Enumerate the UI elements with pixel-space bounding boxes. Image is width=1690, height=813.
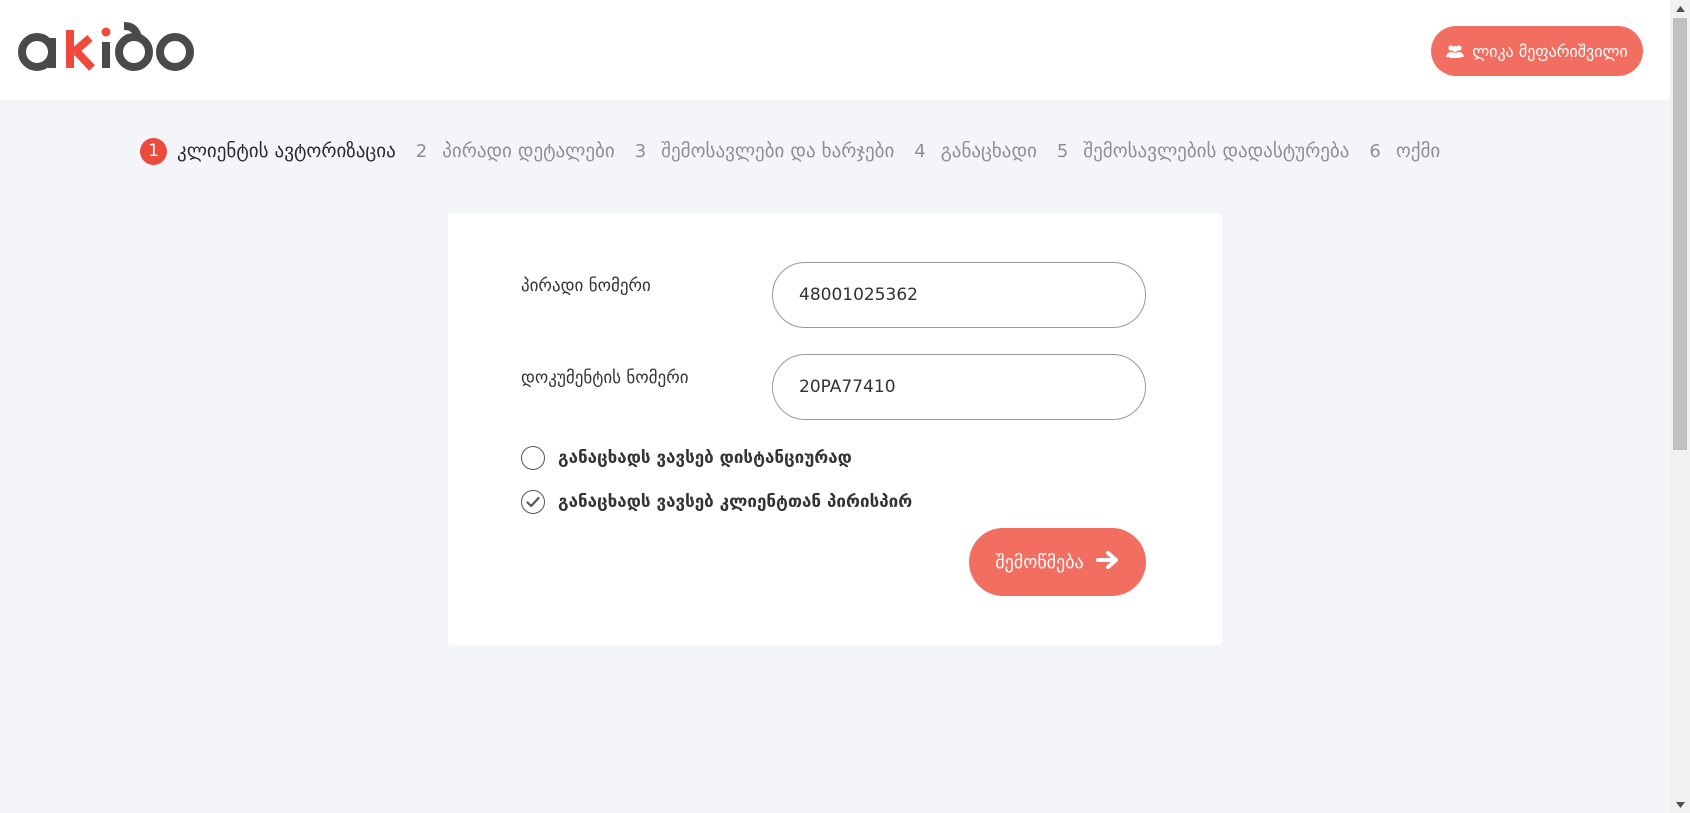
authorization-form-card: პირადი ნომერი დოკუმენტის ნომერი განაცხად…: [448, 213, 1222, 645]
step-personal-details[interactable]: 2 პირადი დეტალები: [416, 140, 615, 162]
step-income-expenses[interactable]: 3 შემოსავლები და ხარჯები: [635, 140, 895, 162]
scroll-up-arrow-icon[interactable]: [1670, 0, 1690, 17]
radio-unchecked-icon[interactable]: [521, 446, 545, 470]
option-remote-label: განაცხადს ვავსებ დისტანციურად: [558, 448, 852, 468]
step-client-authorization[interactable]: 1 კლიენტის ავტორიზაცია: [140, 137, 396, 165]
scroll-down-arrow-icon[interactable]: [1670, 796, 1690, 813]
step-number: 5: [1056, 140, 1069, 162]
step-number: 3: [634, 140, 647, 162]
step-label: პირადი დეტალები: [442, 140, 615, 162]
step-label: შემოსავლები და ხარჯები: [661, 140, 895, 162]
check-button[interactable]: შემოწმება: [969, 528, 1146, 596]
step-number: 2: [415, 140, 428, 162]
step-number: 6: [1369, 140, 1381, 162]
document-number-input[interactable]: [772, 354, 1146, 420]
personal-number-input[interactable]: [772, 262, 1146, 328]
check-button-label: შემოწმება: [995, 551, 1084, 573]
option-in-person-label: განაცხადს ვავსებ კლიენტთან პირისპირ: [558, 492, 913, 512]
step-application[interactable]: 4 განაცხადი: [914, 140, 1037, 162]
users-icon: [1446, 44, 1465, 58]
option-remote[interactable]: განაცხადს ვავსებ დისტანციურად: [521, 446, 852, 470]
personal-number-label: პირადი ნომერი: [521, 276, 651, 296]
option-in-person[interactable]: განაცხადს ვავსებ კლიენტთან პირისპირ: [521, 490, 912, 514]
document-number-label: დოკუმენტის ნომერი: [521, 368, 689, 388]
step-label: განაცხადი: [940, 140, 1037, 162]
vertical-scrollbar[interactable]: [1670, 0, 1690, 813]
step-label: ოქმი: [1395, 140, 1441, 162]
step-protocol[interactable]: 6 ოქმი: [1369, 140, 1440, 162]
page: ლიკა მეფარიშვილი 1 კლიენტის ავტორიზაცია …: [0, 0, 1690, 813]
radio-checked-icon[interactable]: [521, 490, 545, 514]
akido-logo[interactable]: [12, 20, 202, 80]
step-number: 4: [914, 140, 926, 162]
step-number: 1: [140, 137, 167, 165]
steps-progress: 1 კლიენტის ავტორიზაცია 2 პირადი დეტალები…: [140, 136, 1460, 166]
step-label: შემოსავლების დადასტურება: [1083, 140, 1350, 162]
arrow-right-icon: [1095, 550, 1120, 575]
step-label: კლიენტის ავტორიზაცია: [177, 140, 396, 162]
step-income-confirmation[interactable]: 5 შემოსავლების დადასტურება: [1057, 140, 1350, 162]
header: ლიკა მეფარიშვილი: [0, 0, 1670, 100]
scrollbar-thumb[interactable]: [1673, 18, 1687, 450]
user-menu-button[interactable]: ლიკა მეფარიშვილი: [1431, 26, 1643, 76]
user-name: ლიკა მეფარიშვილი: [1472, 41, 1628, 61]
